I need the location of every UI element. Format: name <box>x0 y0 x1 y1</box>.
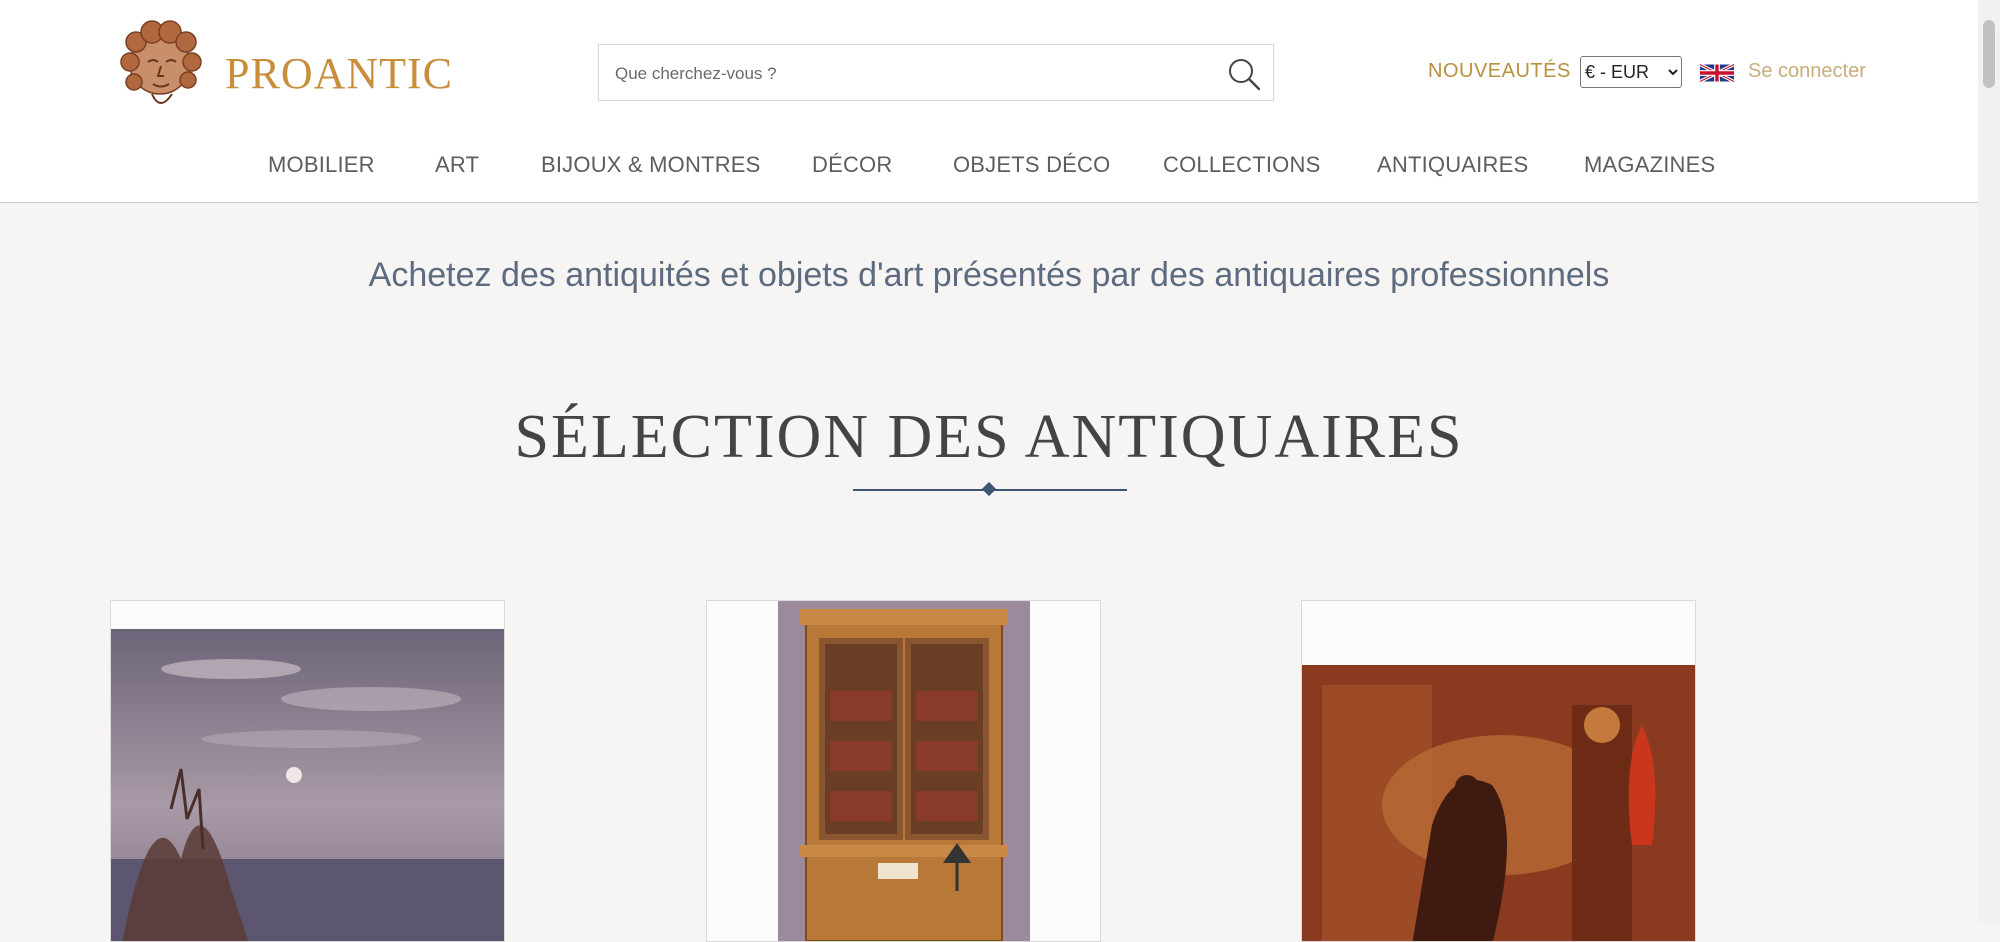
search-icon[interactable] <box>1227 57 1261 91</box>
nav-item-decor[interactable]: DÉCOR <box>812 152 892 178</box>
uk-flag-icon[interactable] <box>1700 61 1734 85</box>
section-title: SÉLECTION DES ANTIQUAIRES <box>514 403 1464 471</box>
nav-item-antiquaires[interactable]: ANTIQUAIRES <box>1377 152 1528 178</box>
currency-select[interactable]: € - EUR <box>1580 56 1682 88</box>
logo-head-icon[interactable] <box>112 18 208 118</box>
search-input[interactable] <box>613 45 1217 102</box>
scrollbar-thumb[interactable] <box>1983 20 1995 88</box>
page-tagline: Achetez des antiquités et objets d'art p… <box>368 256 1610 294</box>
vertical-scrollbar[interactable] <box>1978 0 2000 923</box>
product-card[interactable] <box>706 600 1101 942</box>
nouveautes-link[interactable]: NOUVEAUTÉS <box>1428 60 1571 83</box>
nav-item-art[interactable]: ART <box>435 152 479 178</box>
login-link[interactable]: Se connecter <box>1748 60 1866 83</box>
main-nav: MOBILIER ART BIJOUX & MONTRES DÉCOR OBJE… <box>108 124 1848 202</box>
nav-item-objets-deco[interactable]: OBJETS DÉCO <box>953 152 1110 178</box>
nav-item-collections[interactable]: COLLECTIONS <box>1163 152 1320 178</box>
nav-item-magazines[interactable]: MAGAZINES <box>1584 152 1715 178</box>
bookcase-cabinet-image <box>778 601 1030 941</box>
product-card[interactable] <box>1301 600 1696 942</box>
tapestry-painting-image <box>1302 665 1695 941</box>
divider-diamond <box>981 481 997 497</box>
nav-item-mobilier[interactable]: MOBILIER <box>268 152 375 178</box>
landscape-painting-image <box>111 629 504 941</box>
search-bar <box>598 44 1274 102</box>
product-card[interactable] <box>110 600 505 942</box>
site-header: PROANTIC NOUVEAUTÉS € - EUR Se connecter… <box>0 0 1978 203</box>
logo-wordmark[interactable]: PROANTIC <box>225 48 455 99</box>
nav-item-bijoux-montres[interactable]: BIJOUX & MONTRES <box>541 152 761 178</box>
